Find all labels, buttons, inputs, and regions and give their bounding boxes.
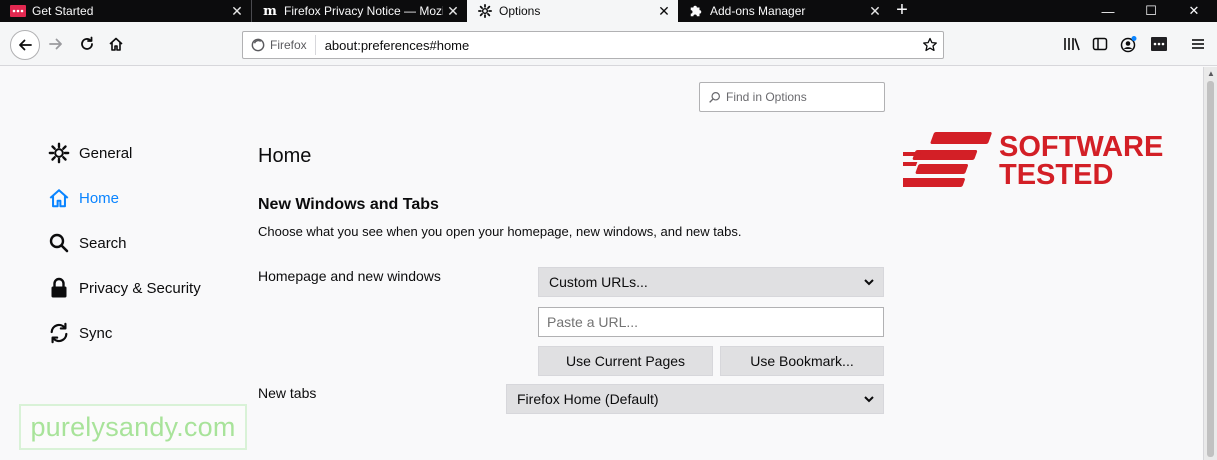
chevron-down-icon: [855, 278, 883, 286]
page-title: Home: [258, 145, 312, 167]
homepage-label: Homepage and new windows: [258, 268, 441, 284]
category-sync[interactable]: Sync: [48, 322, 112, 344]
navigation-toolbar: Firefox about:preferences#home: [0, 22, 1217, 66]
gear-icon: [477, 4, 493, 18]
menu-button[interactable]: [1184, 30, 1212, 58]
category-label: Sync: [79, 324, 113, 342]
category-home[interactable]: Home: [48, 187, 119, 209]
url-input-placeholder: Paste a URL...: [547, 314, 639, 330]
use-current-pages-button[interactable]: Use Current Pages: [538, 346, 713, 376]
puzzle-icon: [688, 4, 704, 18]
reload-icon: [81, 36, 93, 50]
category-search[interactable]: Search: [48, 232, 127, 254]
close-tab-icon[interactable]: ✕: [865, 3, 885, 20]
url-bar[interactable]: Firefox about:preferences#home: [242, 31, 944, 59]
reload-button[interactable]: [73, 30, 101, 58]
chevron-down-icon: [855, 395, 883, 403]
select-value: Custom URLs...: [549, 274, 648, 290]
new-tabs-label: New tabs: [258, 385, 317, 401]
category-label: Home: [79, 189, 120, 207]
firefox-logo-icon: [251, 38, 265, 52]
watermark: purelysandy.com: [19, 404, 247, 450]
close-tab-icon[interactable]: ✕: [654, 3, 674, 20]
tab-get-started[interactable]: Get Started ✕: [0, 0, 251, 22]
close-window-button[interactable]: ✕: [1171, 0, 1217, 22]
gear-icon: [48, 142, 70, 164]
url-text[interactable]: about:preferences#home: [316, 38, 917, 53]
forward-arrow-icon: [49, 38, 62, 50]
category-privacy-security[interactable]: Privacy & Security: [48, 277, 201, 299]
sidebar-icon: [1092, 37, 1108, 51]
tab-label: Get Started: [32, 4, 94, 18]
back-button[interactable]: [10, 30, 40, 60]
new-tab-button[interactable]: +: [889, 0, 915, 22]
close-tab-icon[interactable]: ✕: [227, 3, 247, 20]
logo-text-tested: TESTED: [999, 159, 1113, 188]
use-bookmark-button[interactable]: Use Bookmark...: [720, 346, 884, 376]
tab-strip: Get Started ✕ m Firefox Privacy Notice —…: [0, 0, 1217, 22]
search-icon: [709, 91, 720, 103]
account-button[interactable]: [1115, 30, 1143, 58]
section-title: New Windows and Tabs: [258, 196, 439, 213]
mozilla-m-icon: m: [263, 3, 277, 19]
home-button[interactable]: [102, 30, 130, 58]
category-label: General: [79, 144, 133, 162]
home-icon: [109, 37, 123, 51]
account-icon: [1120, 36, 1137, 53]
forward-button[interactable]: [42, 30, 70, 58]
category-label: Search: [79, 234, 127, 252]
sidebar-button[interactable]: [1086, 30, 1114, 58]
minimize-button[interactable]: —: [1085, 0, 1131, 22]
select-value: Firefox Home (Default): [517, 391, 659, 407]
scrollbar-thumb[interactable]: [1207, 81, 1214, 457]
lock-icon: [48, 277, 70, 299]
extension-icon: [1151, 37, 1167, 51]
hamburger-menu-icon: [1192, 39, 1204, 49]
library-icon: [1064, 38, 1080, 51]
extension-button[interactable]: [1145, 30, 1173, 58]
bookmark-star-icon[interactable]: [917, 37, 943, 53]
vertical-scrollbar[interactable]: ▲: [1203, 67, 1217, 460]
back-arrow-icon: [19, 39, 32, 51]
firefox-get-started-icon: [10, 4, 26, 18]
section-description: Choose what you see when you open your h…: [258, 224, 742, 239]
search-icon: [48, 232, 70, 254]
new-tabs-select[interactable]: Firefox Home (Default): [506, 384, 884, 414]
homepage-mode-select[interactable]: Custom URLs...: [538, 267, 884, 297]
library-button[interactable]: [1058, 30, 1086, 58]
category-general[interactable]: General: [48, 142, 132, 164]
find-placeholder: Find in Options: [726, 90, 807, 104]
tab-addons-manager[interactable]: Add-ons Manager ✕: [678, 0, 889, 22]
find-in-options-input[interactable]: Find in Options: [699, 82, 885, 112]
identity-box[interactable]: Firefox: [243, 35, 316, 55]
close-tab-icon[interactable]: ✕: [443, 3, 463, 20]
identity-label: Firefox: [270, 38, 307, 52]
scroll-up-arrow-icon[interactable]: ▲: [1207, 69, 1215, 78]
sync-icon: [48, 322, 70, 344]
software-tested-logo: SOFTWARE TESTED: [903, 131, 1163, 188]
tab-label: Options: [499, 4, 541, 18]
tab-label: Firefox Privacy Notice — Mozil: [284, 4, 443, 18]
tab-privacy-notice[interactable]: m Firefox Privacy Notice — Mozil ✕: [252, 0, 467, 22]
maximize-button[interactable]: ☐: [1128, 0, 1174, 22]
category-label: Privacy & Security: [79, 279, 201, 297]
homepage-url-input[interactable]: Paste a URL...: [538, 307, 884, 337]
tab-label: Add-ons Manager: [710, 4, 806, 18]
home-icon: [48, 187, 70, 209]
tab-options[interactable]: Options ✕: [467, 0, 678, 22]
